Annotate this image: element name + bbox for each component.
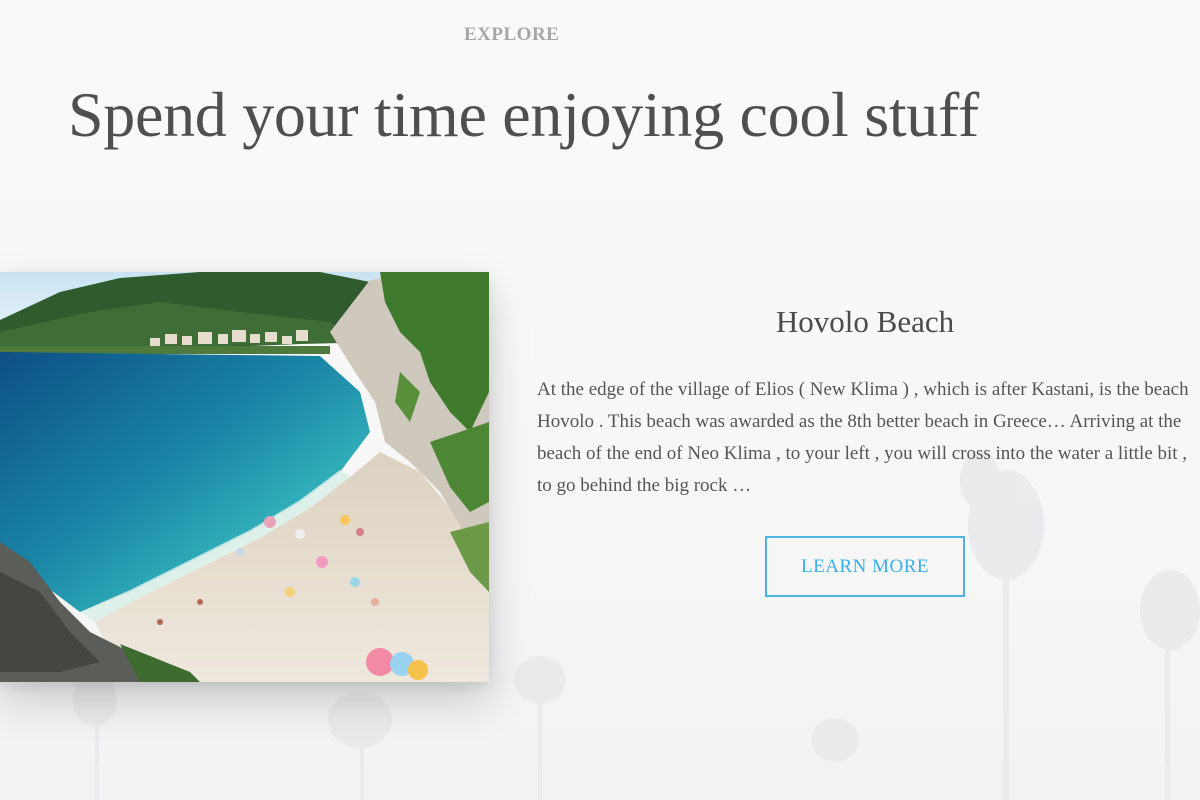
- page-title: Spend your time enjoying cool stuff: [68, 79, 979, 150]
- section-eyebrow: EXPLORE: [464, 24, 560, 45]
- learn-more-button[interactable]: LEARN MORE: [765, 536, 965, 597]
- place-title: Hovolo Beach: [775, 304, 955, 339]
- explore-section: EXPLORE Spend your time enjoying cool st…: [0, 0, 1200, 800]
- beach-photo: [0, 272, 489, 682]
- place-description: At the edge of the village of Elios ( Ne…: [537, 379, 1189, 496]
- beach-photo-illustration: [0, 272, 489, 682]
